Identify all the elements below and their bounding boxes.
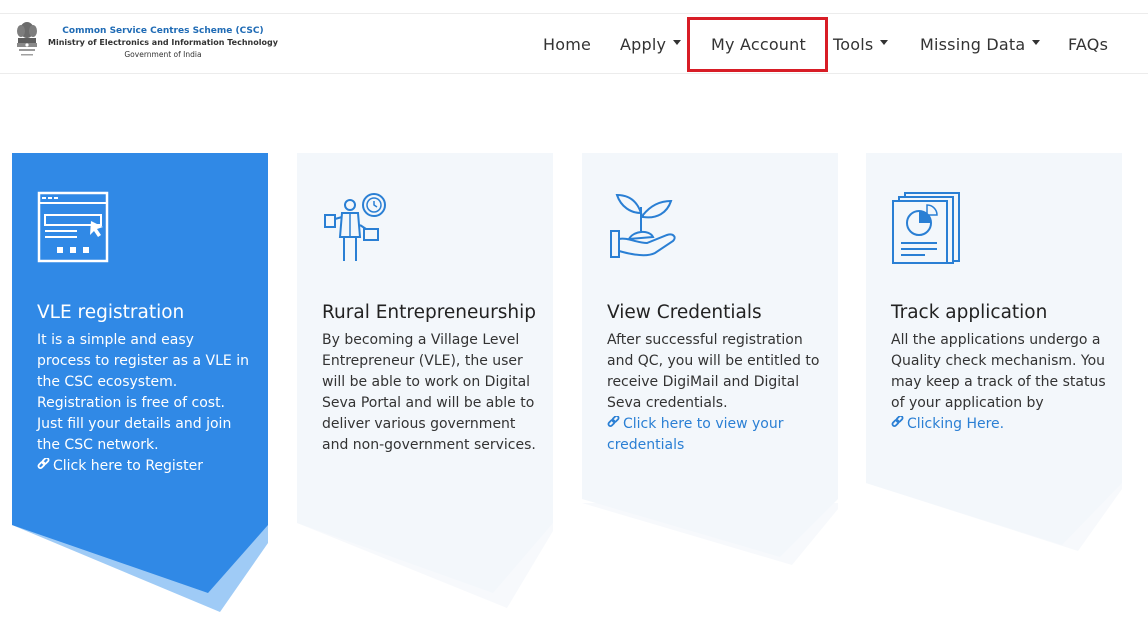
chevron-down-icon <box>1032 40 1041 45</box>
card-content: VLE registration It is a simple and easy… <box>37 191 252 477</box>
track-application-link-text: Clicking Here. <box>907 416 1005 432</box>
card-title: VLE registration <box>37 302 185 323</box>
nav-missing-data[interactable]: Missing Data <box>920 14 1041 74</box>
card-description: By becoming a Village Level Entrepreneur… <box>322 332 536 453</box>
card-description: After successful registration and QC, yo… <box>607 332 820 411</box>
card-title: Rural Entrepreneurship <box>322 302 536 323</box>
register-link-text: Click here to Register <box>53 458 203 474</box>
register-link[interactable]: Click here to Register <box>37 456 252 477</box>
nav-my-account[interactable]: My Account <box>711 14 806 74</box>
chevron-down-icon <box>880 40 889 45</box>
navbar: Common Service Centres Scheme (CSC) Mini… <box>0 14 1148 74</box>
plant-in-hand-icon <box>610 193 676 258</box>
link-icon <box>607 416 620 427</box>
card-title: View Credentials <box>607 302 762 323</box>
track-application-link[interactable]: Clicking Here. <box>891 414 1106 435</box>
card-description: It is a simple and easy process to regis… <box>37 332 249 453</box>
card-description: All the applications undergo a Quality c… <box>891 332 1106 411</box>
link-icon <box>891 416 904 427</box>
nav-apply-label: Apply <box>620 34 667 54</box>
link-icon <box>37 458 50 469</box>
nav-apply[interactable]: Apply <box>620 14 682 74</box>
browser-window-icon <box>37 191 109 263</box>
card-title: Track application <box>891 302 1048 323</box>
businessman-icon <box>324 193 386 261</box>
nav-faqs-label: FAQs <box>1068 34 1109 54</box>
report-chart-icon <box>892 192 960 264</box>
nav-faqs[interactable]: FAQs <box>1068 14 1108 74</box>
nav-tools-label: Tools <box>833 34 874 54</box>
card-content: Track application All the applications u… <box>891 191 1106 435</box>
top-strip <box>0 0 1148 14</box>
chevron-down-icon <box>673 40 682 45</box>
main-nav: Home Apply My Account Tools Missing Data… <box>0 14 1148 74</box>
nav-home[interactable]: Home <box>543 14 591 74</box>
card-content: Rural Entrepreneurship By becoming a Vil… <box>322 191 537 456</box>
card-content: View Credentials After successful regist… <box>607 191 822 456</box>
view-credentials-link[interactable]: Click here to view your credentials <box>607 414 822 456</box>
nav-missing-data-label: Missing Data <box>920 34 1026 54</box>
nav-my-account-label: My Account <box>711 34 806 54</box>
nav-home-label: Home <box>543 34 592 54</box>
nav-tools[interactable]: Tools <box>833 14 889 74</box>
view-credentials-link-text: Click here to view your credentials <box>607 416 784 453</box>
